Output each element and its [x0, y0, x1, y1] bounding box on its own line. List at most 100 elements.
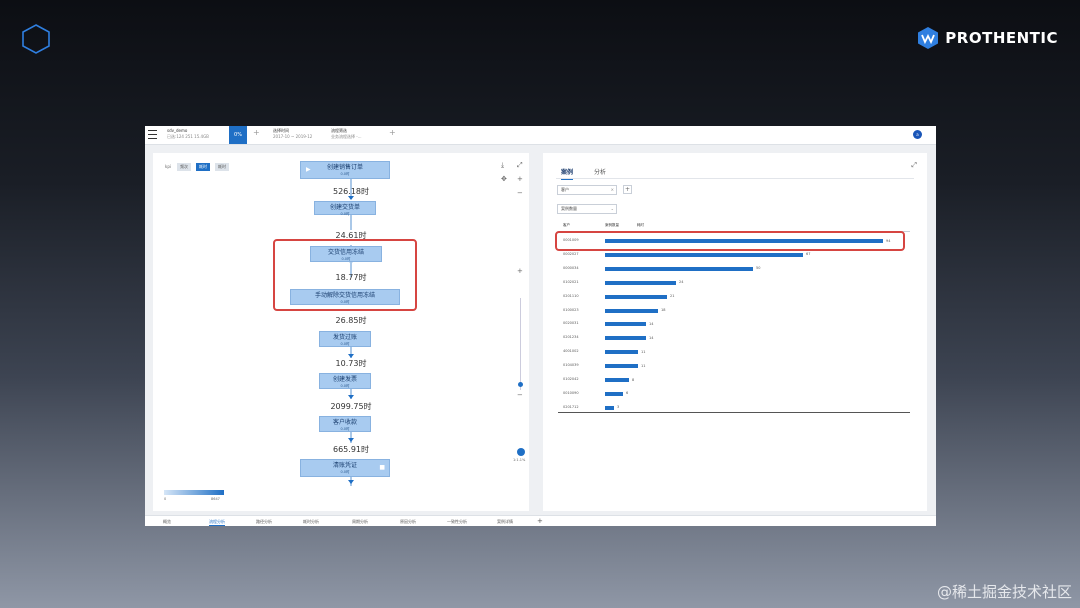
customer-label: 0201110	[563, 293, 579, 298]
zoom-indicator-icon[interactable]	[517, 448, 525, 456]
customer-label: 0020031	[563, 321, 579, 326]
app-window: sdv_demo 已选:124 251 15.4GB 0% + 选择时间 201…	[145, 126, 936, 526]
customer-label: 0100023	[563, 307, 579, 312]
tab-case-details[interactable]: 案例详情	[497, 519, 513, 525]
highlight-box-top-customer	[555, 231, 905, 251]
case-count-bar[interactable]	[605, 391, 623, 396]
tab-duration-analysis[interactable]: 耗时分析	[303, 519, 319, 525]
edge-duration-label: 665.91时	[333, 445, 369, 454]
case-count-bar[interactable]	[605, 378, 629, 382]
column-header-case-count[interactable]: 案例数量	[605, 223, 619, 228]
kpi-frequency-button[interactable]: 频次	[177, 163, 191, 171]
edge-arrow-icon	[348, 438, 354, 442]
dimension-select[interactable]: 客户 ×	[557, 185, 617, 195]
time-range-sub: 2017-10 ~ 2019-12	[273, 134, 313, 139]
customer-label: 0104039	[563, 363, 579, 368]
case-count-bar[interactable]	[605, 322, 646, 327]
legend-max-label: 8647	[211, 497, 220, 501]
edge-duration-label: 10.73时	[335, 359, 367, 368]
customer-label: 0002027	[563, 251, 579, 256]
case-count-bar[interactable]	[605, 405, 614, 410]
add-filter-icon[interactable]: +	[389, 128, 396, 137]
case-count-bar[interactable]	[605, 252, 803, 257]
case-count-bar[interactable]	[605, 280, 676, 285]
column-header-customer[interactable]: 客户	[563, 223, 570, 228]
edge-line	[350, 215, 352, 230]
case-count-value: 11	[641, 349, 646, 354]
edge-arrow-icon	[348, 480, 354, 484]
kpi-duration-button[interactable]: 耗时	[196, 163, 210, 171]
avatar[interactable]: a	[913, 130, 922, 139]
menu-icon[interactable]	[148, 130, 157, 139]
case-count-bar[interactable]	[605, 266, 753, 271]
process-node-create-invoice[interactable]: 创建发票 0.0时	[319, 373, 371, 389]
chevron-down-icon: ×	[610, 187, 614, 192]
expand-icon[interactable]: ⤢	[911, 161, 917, 170]
tab-overview[interactable]: 概览	[163, 519, 171, 525]
slider-minus-icon[interactable]: −	[517, 391, 523, 399]
case-count-value: 67	[806, 252, 811, 257]
customer-label: 0201712	[563, 404, 579, 409]
case-count-bar[interactable]	[605, 350, 638, 355]
brand-name: PROTHENTIC	[945, 29, 1058, 47]
edge-duration-label: 526.18时	[333, 187, 369, 196]
case-count-value: 24	[679, 280, 684, 285]
detail-slider-handle[interactable]	[518, 382, 523, 387]
case-analysis-panel: 案例 分析 ⤢ 客户 × + 案例数量 ⌄ 客户 案例数量 耗时 0001009…	[543, 153, 927, 511]
progress-button[interactable]: 0%	[229, 126, 247, 144]
process-map-panel: kpi 频次 耗时 耗时 ⤓ ⤢ ✥ + − + − 1:1.1% ▶ 创建销售…	[153, 153, 529, 511]
hexagon-logo-icon	[22, 24, 50, 54]
expand-icon[interactable]: ⤢	[517, 161, 523, 170]
top-toolbar: sdv_demo 已选:124 251 15.4GB 0% + 选择时间 201…	[145, 126, 936, 145]
customer-label: 0000034	[563, 265, 579, 270]
dataset-info[interactable]: sdv_demo 已选:124 251 15.4GB	[167, 128, 209, 140]
tab-process-analysis[interactable]: 流程分析	[209, 519, 225, 526]
case-count-bar[interactable]	[605, 336, 646, 341]
case-count-bar[interactable]	[605, 364, 638, 369]
case-count-bar[interactable]	[605, 294, 667, 299]
case-count-value: 14	[649, 335, 654, 340]
brand-logo: PROTHENTIC	[917, 26, 1058, 50]
add-dimension-button[interactable]: +	[623, 185, 632, 194]
case-count-value: 11	[641, 363, 646, 368]
process-node-customer-payment[interactable]: 客户收款 0.0时	[319, 416, 371, 432]
download-icon[interactable]: ⤓	[501, 161, 504, 170]
process-node-create-order[interactable]: ▶ 创建销售订单 0.0时	[300, 161, 390, 179]
customer-label: 0010090	[563, 390, 579, 395]
heat-legend-bar	[164, 490, 224, 495]
start-icon: ▶	[306, 166, 311, 173]
center-icon[interactable]: ✥	[501, 175, 507, 183]
process-filter-sub: 业务流程选择 -...	[331, 134, 362, 139]
chevron-down-icon: ⌄	[610, 206, 614, 211]
metric-select[interactable]: 案例数量 ⌄	[557, 204, 617, 214]
column-header-duration[interactable]: 耗时	[637, 223, 644, 228]
kpi-label: kpi	[165, 164, 171, 169]
slider-plus-icon[interactable]: +	[517, 267, 523, 275]
tab-cycle-analysis[interactable]: 周期分析	[352, 519, 368, 525]
customer-label: 0201234	[563, 335, 579, 340]
process-node-goods-issue[interactable]: 发货过账 0.0时	[319, 331, 371, 347]
kpi-duration-alt-button[interactable]: 耗时	[215, 163, 229, 171]
case-count-value: 14	[649, 321, 654, 326]
case-count-value: 3	[617, 405, 620, 410]
case-count-value: 50	[756, 266, 761, 271]
customer-label: 0102042	[563, 377, 579, 381]
zoom-in-icon[interactable]: +	[517, 175, 523, 183]
add-tab-icon[interactable]: +	[253, 128, 260, 137]
edge-duration-label: 2099.75时	[330, 402, 372, 411]
zoom-out-icon[interactable]: −	[517, 189, 523, 197]
tab-analysis[interactable]: 分析	[594, 167, 606, 176]
customer-label: 4001002	[563, 349, 579, 354]
add-tab-icon[interactable]: +	[537, 517, 543, 525]
detail-slider-track[interactable]	[520, 298, 521, 390]
process-filter-info[interactable]: 流程筛选 业务流程选择 -...	[331, 128, 362, 140]
tab-reason-analysis[interactable]: 原因分析	[400, 519, 416, 525]
tab-path-analysis[interactable]: 路径分析	[256, 519, 272, 525]
case-count-value: 21	[670, 294, 675, 299]
time-range-info[interactable]: 选择时间 2017-10 ~ 2019-12	[273, 128, 312, 140]
tab-conformance-analysis[interactable]: 一致性分析	[447, 519, 467, 525]
customer-label: 0102021	[563, 279, 579, 284]
case-count-bar[interactable]	[605, 308, 658, 313]
process-node-clearing[interactable]: 清账凭证 0.0时 ■	[300, 459, 390, 477]
process-node-create-delivery[interactable]: 创建交货单 0.0时	[314, 201, 376, 216]
